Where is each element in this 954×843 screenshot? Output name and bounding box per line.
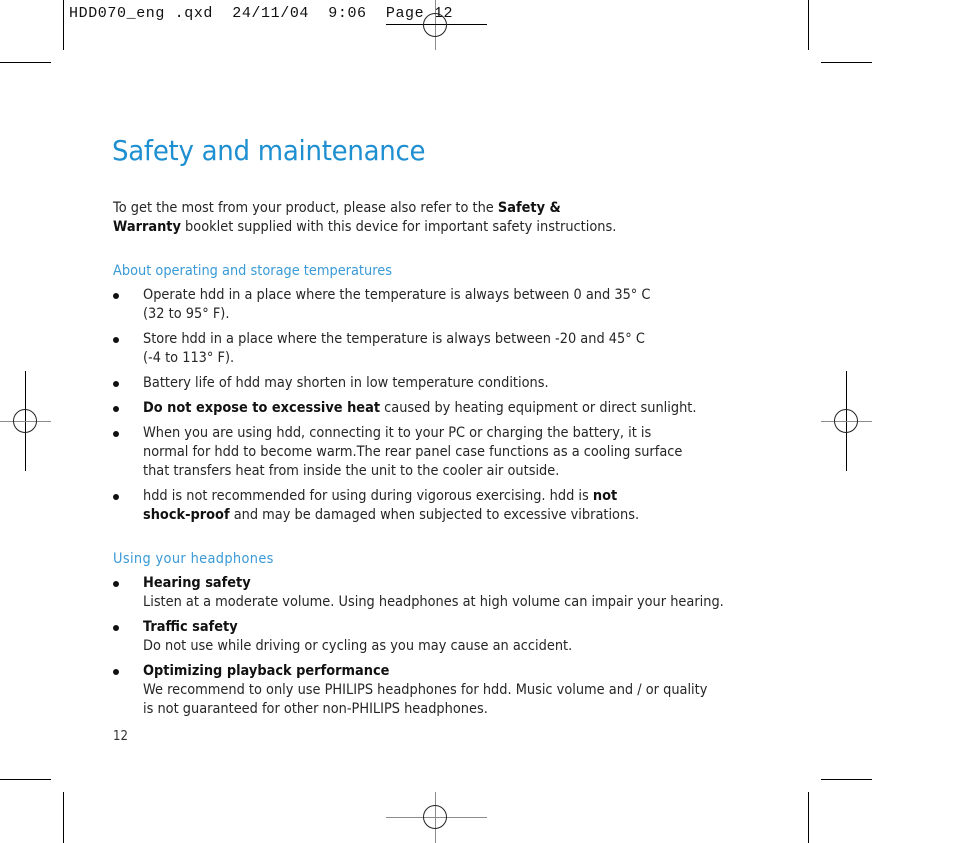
registration-mark-bottom-circle bbox=[423, 805, 447, 829]
print-slug: HDD070_eng .qxd 24/11/04 9:06 Page 12 bbox=[69, 5, 454, 22]
list-item-text: Operate hdd in a place where the tempera… bbox=[143, 286, 746, 324]
intro-paragraph: To get the most from your product, pleas… bbox=[113, 199, 743, 237]
list-item-line: Listen at a moderate volume. Using headp… bbox=[143, 594, 724, 610]
list-item-line: Operate hdd in a place where the tempera… bbox=[143, 287, 651, 303]
list-item-text: Battery life of hdd may shorten in low t… bbox=[143, 374, 746, 393]
list-item-bold: shock-proof bbox=[143, 507, 230, 523]
list-item-line: We recommend to only use PHILIPS headpho… bbox=[143, 682, 708, 698]
bullet-icon bbox=[113, 625, 119, 631]
list-item-line: that transfers heat from inside the unit… bbox=[143, 463, 560, 479]
list-item-text: Store hdd in a place where the temperatu… bbox=[143, 330, 746, 368]
intro-bold-safety: Safety & bbox=[497, 200, 561, 216]
section-heading-temperatures: About operating and storage temperatures bbox=[113, 263, 392, 279]
list-item-text: Do not expose to excessive heat caused b… bbox=[143, 399, 746, 418]
crop-mark-top-left-horizontal bbox=[0, 62, 51, 63]
list-item-line: normal for hdd to become warm.The rear p… bbox=[143, 444, 683, 460]
list-item: Traffic safety Do not use while driving … bbox=[113, 618, 753, 656]
list-item: Store hdd in a place where the temperatu… bbox=[113, 330, 753, 368]
registration-mark-top-circle bbox=[423, 13, 447, 37]
list-item-line: (-4 to 113° F). bbox=[143, 350, 235, 366]
list-item-line: (32 to 95° F). bbox=[143, 306, 230, 322]
crop-mark-bottom-left-vertical bbox=[63, 792, 64, 843]
crop-mark-bottom-right-horizontal bbox=[821, 779, 872, 780]
list-item-bold: Hearing safety bbox=[143, 575, 251, 591]
bullet-icon bbox=[113, 293, 119, 299]
list-item: Hearing safety Listen at a moderate volu… bbox=[113, 574, 753, 612]
crop-mark-bottom-left-horizontal bbox=[0, 779, 51, 780]
crop-mark-top-right-horizontal bbox=[821, 62, 872, 63]
list-item: Battery life of hdd may shorten in low t… bbox=[113, 374, 753, 393]
list-item-bold: Do not expose to excessive heat bbox=[143, 400, 381, 416]
bullet-icon bbox=[113, 381, 119, 387]
list-item: Operate hdd in a place where the tempera… bbox=[113, 286, 753, 324]
intro-text-after: booklet supplied with this device for im… bbox=[180, 219, 617, 235]
list-item-line: When you are using hdd, connecting it to… bbox=[143, 425, 652, 441]
page-number: 12 bbox=[113, 729, 128, 744]
bullet-icon bbox=[113, 581, 119, 587]
page-title: Safety and maintenance bbox=[112, 134, 426, 167]
list-item-text: hdd is not recommended for using during … bbox=[143, 487, 746, 525]
page-content: To get the most from your product, pleas… bbox=[113, 199, 753, 725]
list-item-bold: Optimizing playback performance bbox=[143, 663, 390, 679]
registration-mark-left-circle bbox=[13, 409, 37, 433]
list-item-text: Traffic safety Do not use while driving … bbox=[143, 618, 746, 656]
list-item: Optimizing playback performance We recom… bbox=[113, 662, 753, 719]
list-item: hdd is not recommended for using during … bbox=[113, 487, 753, 525]
list-item-bold: not bbox=[592, 488, 618, 504]
headphones-list: Hearing safety Listen at a moderate volu… bbox=[113, 574, 753, 719]
temperature-list: Operate hdd in a place where the tempera… bbox=[113, 286, 753, 525]
crop-mark-top-right-vertical bbox=[808, 0, 809, 50]
section-heading-headphones: Using your headphones bbox=[113, 551, 274, 567]
list-item-line: Store hdd in a place where the temperatu… bbox=[143, 331, 645, 347]
bullet-icon bbox=[113, 494, 119, 500]
intro-bold-warranty: Warranty bbox=[113, 219, 181, 235]
list-item-text: When you are using hdd, connecting it to… bbox=[143, 424, 746, 481]
crop-mark-top-left-vertical bbox=[63, 0, 64, 50]
list-item-text: Optimizing playback performance We recom… bbox=[143, 662, 746, 719]
list-item-line: caused by heating equipment or direct su… bbox=[380, 400, 697, 416]
crop-mark-bottom-right-vertical bbox=[808, 792, 809, 843]
bullet-icon bbox=[113, 431, 119, 437]
list-item-line: Do not use while driving or cycling as y… bbox=[143, 638, 573, 654]
list-item: When you are using hdd, connecting it to… bbox=[113, 424, 753, 481]
registration-mark-right-circle bbox=[834, 409, 858, 433]
list-item: Do not expose to excessive heat caused b… bbox=[113, 399, 753, 418]
bullet-icon bbox=[113, 406, 119, 412]
bullet-icon bbox=[113, 337, 119, 343]
intro-text: To get the most from your product, pleas… bbox=[113, 200, 498, 216]
list-item-bold: Traffic safety bbox=[143, 619, 238, 635]
bullet-icon bbox=[113, 669, 119, 675]
list-item-line: hdd is not recommended for using during … bbox=[143, 488, 593, 504]
list-item-line: Battery life of hdd may shorten in low t… bbox=[143, 375, 549, 391]
list-item-line: and may be damaged when subjected to exc… bbox=[229, 507, 640, 523]
list-item-line: is not guaranteed for other non-PHILIPS … bbox=[143, 701, 488, 717]
list-item-text: Hearing safety Listen at a moderate volu… bbox=[143, 574, 746, 612]
